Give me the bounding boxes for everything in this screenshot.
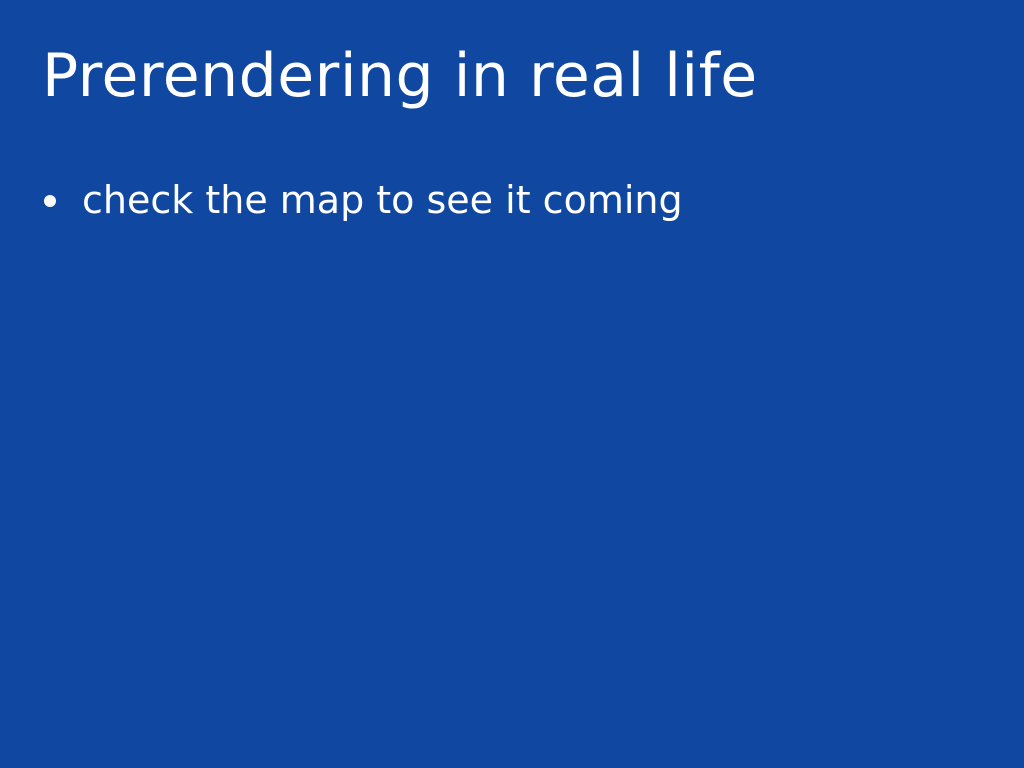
slide-title: Prerendering in real life <box>42 41 758 111</box>
bullet-dot-icon <box>44 194 56 207</box>
slide: Prerendering in real life check the map … <box>0 0 1024 768</box>
bullet-list: check the map to see it coming <box>42 178 683 224</box>
bullet-text: check the map to see it coming <box>82 178 683 222</box>
bullet-item: check the map to see it coming <box>42 178 683 224</box>
